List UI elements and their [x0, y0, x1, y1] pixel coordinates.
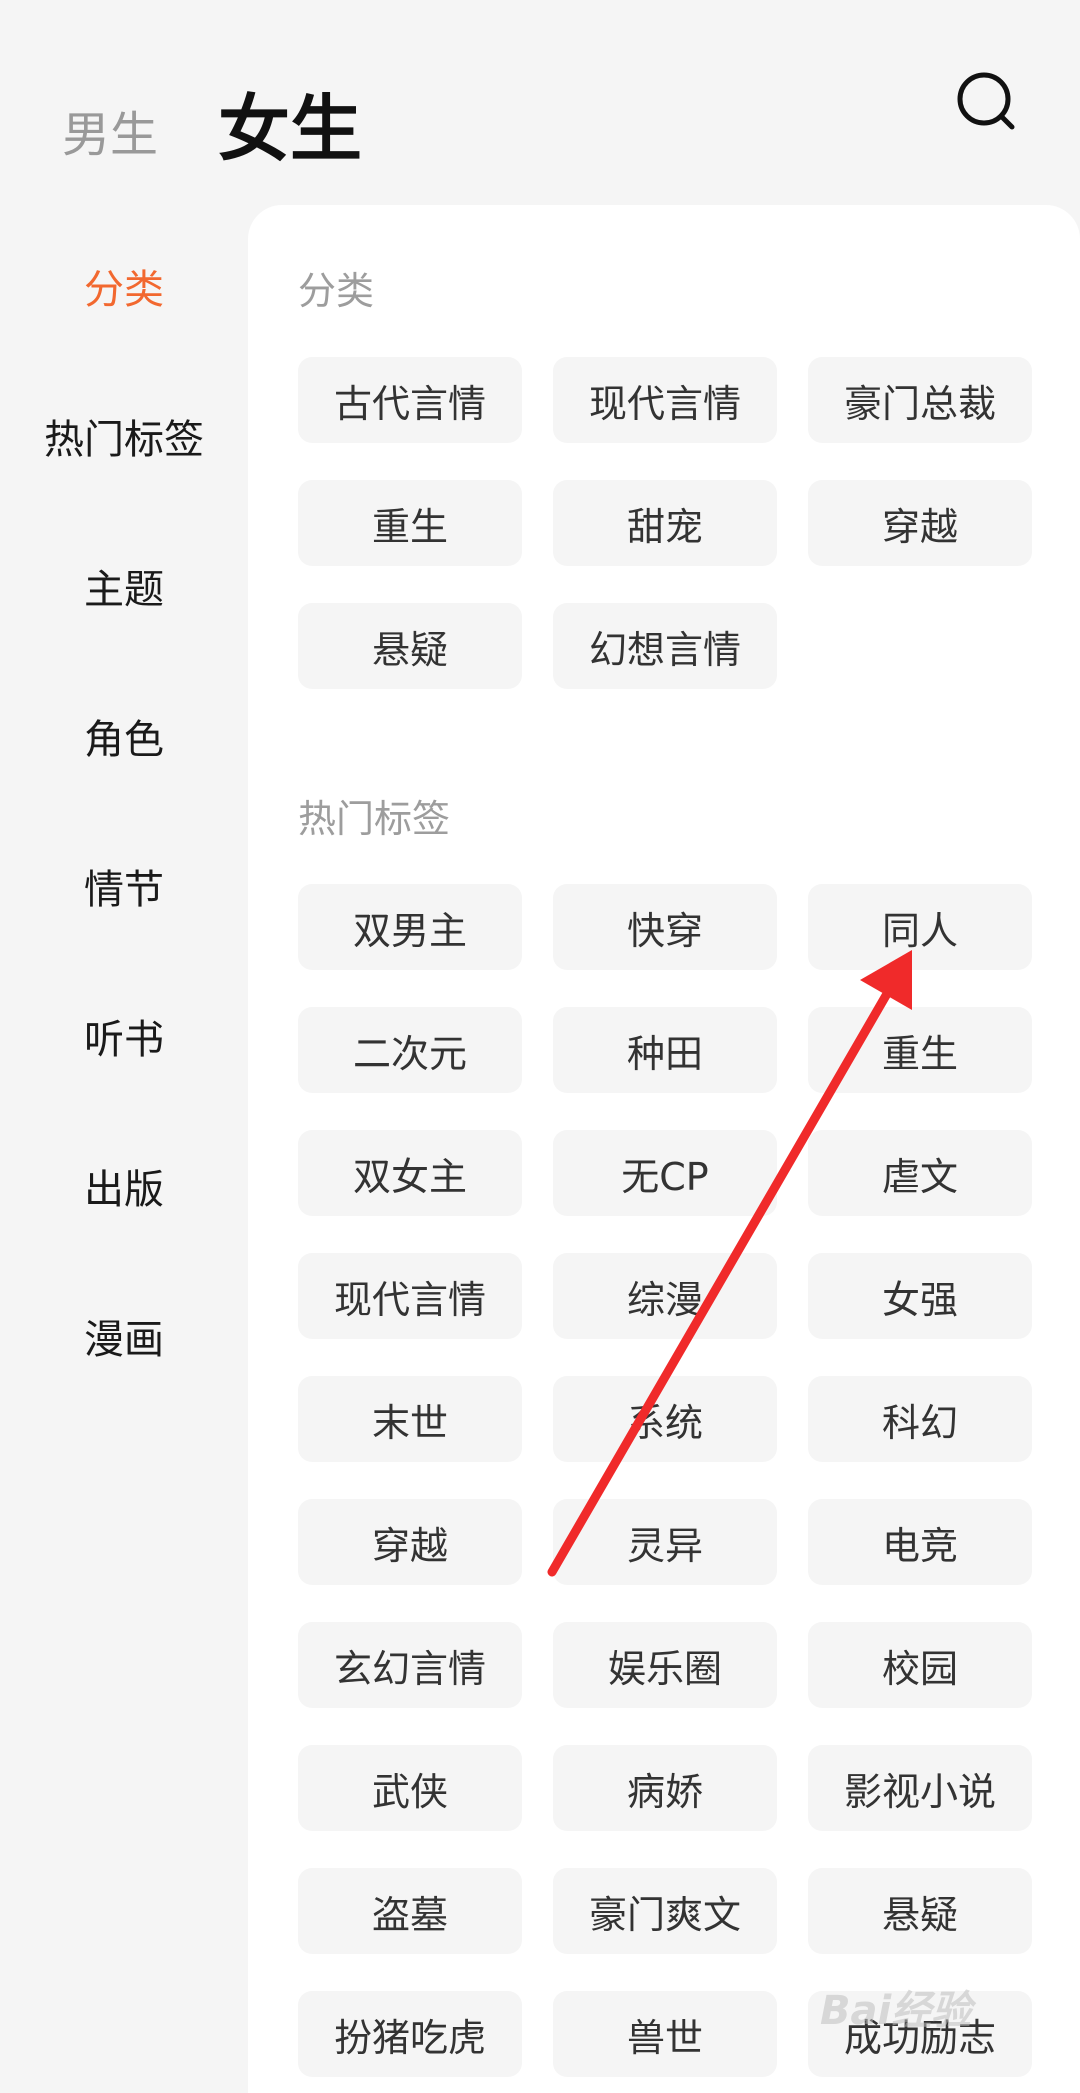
tag-chip[interactable]: 武侠	[298, 1745, 522, 1831]
tag-chip[interactable]: 快穿	[553, 884, 777, 970]
tag-chip[interactable]: 现代言情	[298, 1253, 522, 1339]
tag-chip[interactable]: 末世	[298, 1376, 522, 1462]
section-title-category: 分类	[298, 269, 375, 313]
tag-chip[interactable]: 娱乐圈	[553, 1622, 777, 1708]
sidebar-item-audiobook[interactable]: 听书	[0, 1007, 248, 1065]
tag-chip[interactable]: 现代言情	[553, 357, 777, 443]
tag-panel: 分类 古代言情 现代言情 豪门总裁 重生 甜宠 穿越 悬疑 幻想言情 热门标签 双男主 快穿 同人…	[248, 205, 1080, 2093]
tag-chip[interactable]: 综漫	[553, 1253, 777, 1339]
tag-chip[interactable]: 幻想言情	[553, 603, 777, 689]
tag-chip[interactable]: 双男主	[298, 884, 522, 970]
tab-female[interactable]: 女生	[218, 70, 362, 175]
sidebar-item-publishing[interactable]: 出版	[0, 1157, 248, 1215]
tag-chip[interactable]: 影视小说	[808, 1745, 1032, 1831]
sidebar-item-theme[interactable]: 主题	[0, 557, 248, 615]
search-button[interactable]	[955, 70, 1019, 134]
tag-chip[interactable]: 悬疑	[808, 1868, 1032, 1954]
tag-chip[interactable]: 校园	[808, 1622, 1032, 1708]
watermark: Bai经验	[820, 1988, 972, 2034]
tag-chip[interactable]: 古代言情	[298, 357, 522, 443]
tag-chip[interactable]: 重生	[808, 1007, 1032, 1093]
tag-chip[interactable]: 穿越	[298, 1499, 522, 1585]
tag-chip[interactable]: 无CP	[553, 1130, 777, 1216]
tag-chip[interactable]: 种田	[553, 1007, 777, 1093]
tag-chip[interactable]: 灵异	[553, 1499, 777, 1585]
tag-chip[interactable]: 电竞	[808, 1499, 1032, 1585]
tag-chip[interactable]: 科幻	[808, 1376, 1032, 1462]
tag-chip[interactable]: 同人	[808, 884, 1032, 970]
tag-chip[interactable]: 甜宠	[553, 480, 777, 566]
tag-chip[interactable]: 豪门总裁	[808, 357, 1032, 443]
search-icon	[957, 72, 1015, 130]
sidebar-item-role[interactable]: 角色	[0, 707, 248, 765]
sidebar-item-category[interactable]: 分类	[0, 257, 248, 315]
tag-chip[interactable]: 系统	[553, 1376, 777, 1462]
tab-male[interactable]: 男生	[62, 95, 158, 165]
tag-chip[interactable]: 盗墓	[298, 1868, 522, 1954]
tag-chip[interactable]: 兽世	[553, 1991, 777, 2077]
sidebar-item-comics[interactable]: 漫画	[0, 1307, 248, 1365]
tag-chip[interactable]: 玄幻言情	[298, 1622, 522, 1708]
tag-chip[interactable]: 悬疑	[298, 603, 522, 689]
section-title-hot-tags: 热门标签	[298, 797, 451, 841]
tag-chip[interactable]: 扮猪吃虎	[298, 1991, 522, 2077]
sidebar-item-plot[interactable]: 情节	[0, 857, 248, 915]
top-header: 男生 女生	[0, 0, 1080, 205]
tag-chip[interactable]: 女强	[808, 1253, 1032, 1339]
tag-chip[interactable]: 二次元	[298, 1007, 522, 1093]
tag-chip[interactable]: 豪门爽文	[553, 1868, 777, 1954]
tag-chip[interactable]: 虐文	[808, 1130, 1032, 1216]
tag-chip[interactable]: 双女主	[298, 1130, 522, 1216]
tag-chip[interactable]: 穿越	[808, 480, 1032, 566]
sidebar-item-hot-tags[interactable]: 热门标签	[0, 407, 248, 465]
tag-chip[interactable]: 重生	[298, 480, 522, 566]
tag-chip[interactable]: 病娇	[553, 1745, 777, 1831]
